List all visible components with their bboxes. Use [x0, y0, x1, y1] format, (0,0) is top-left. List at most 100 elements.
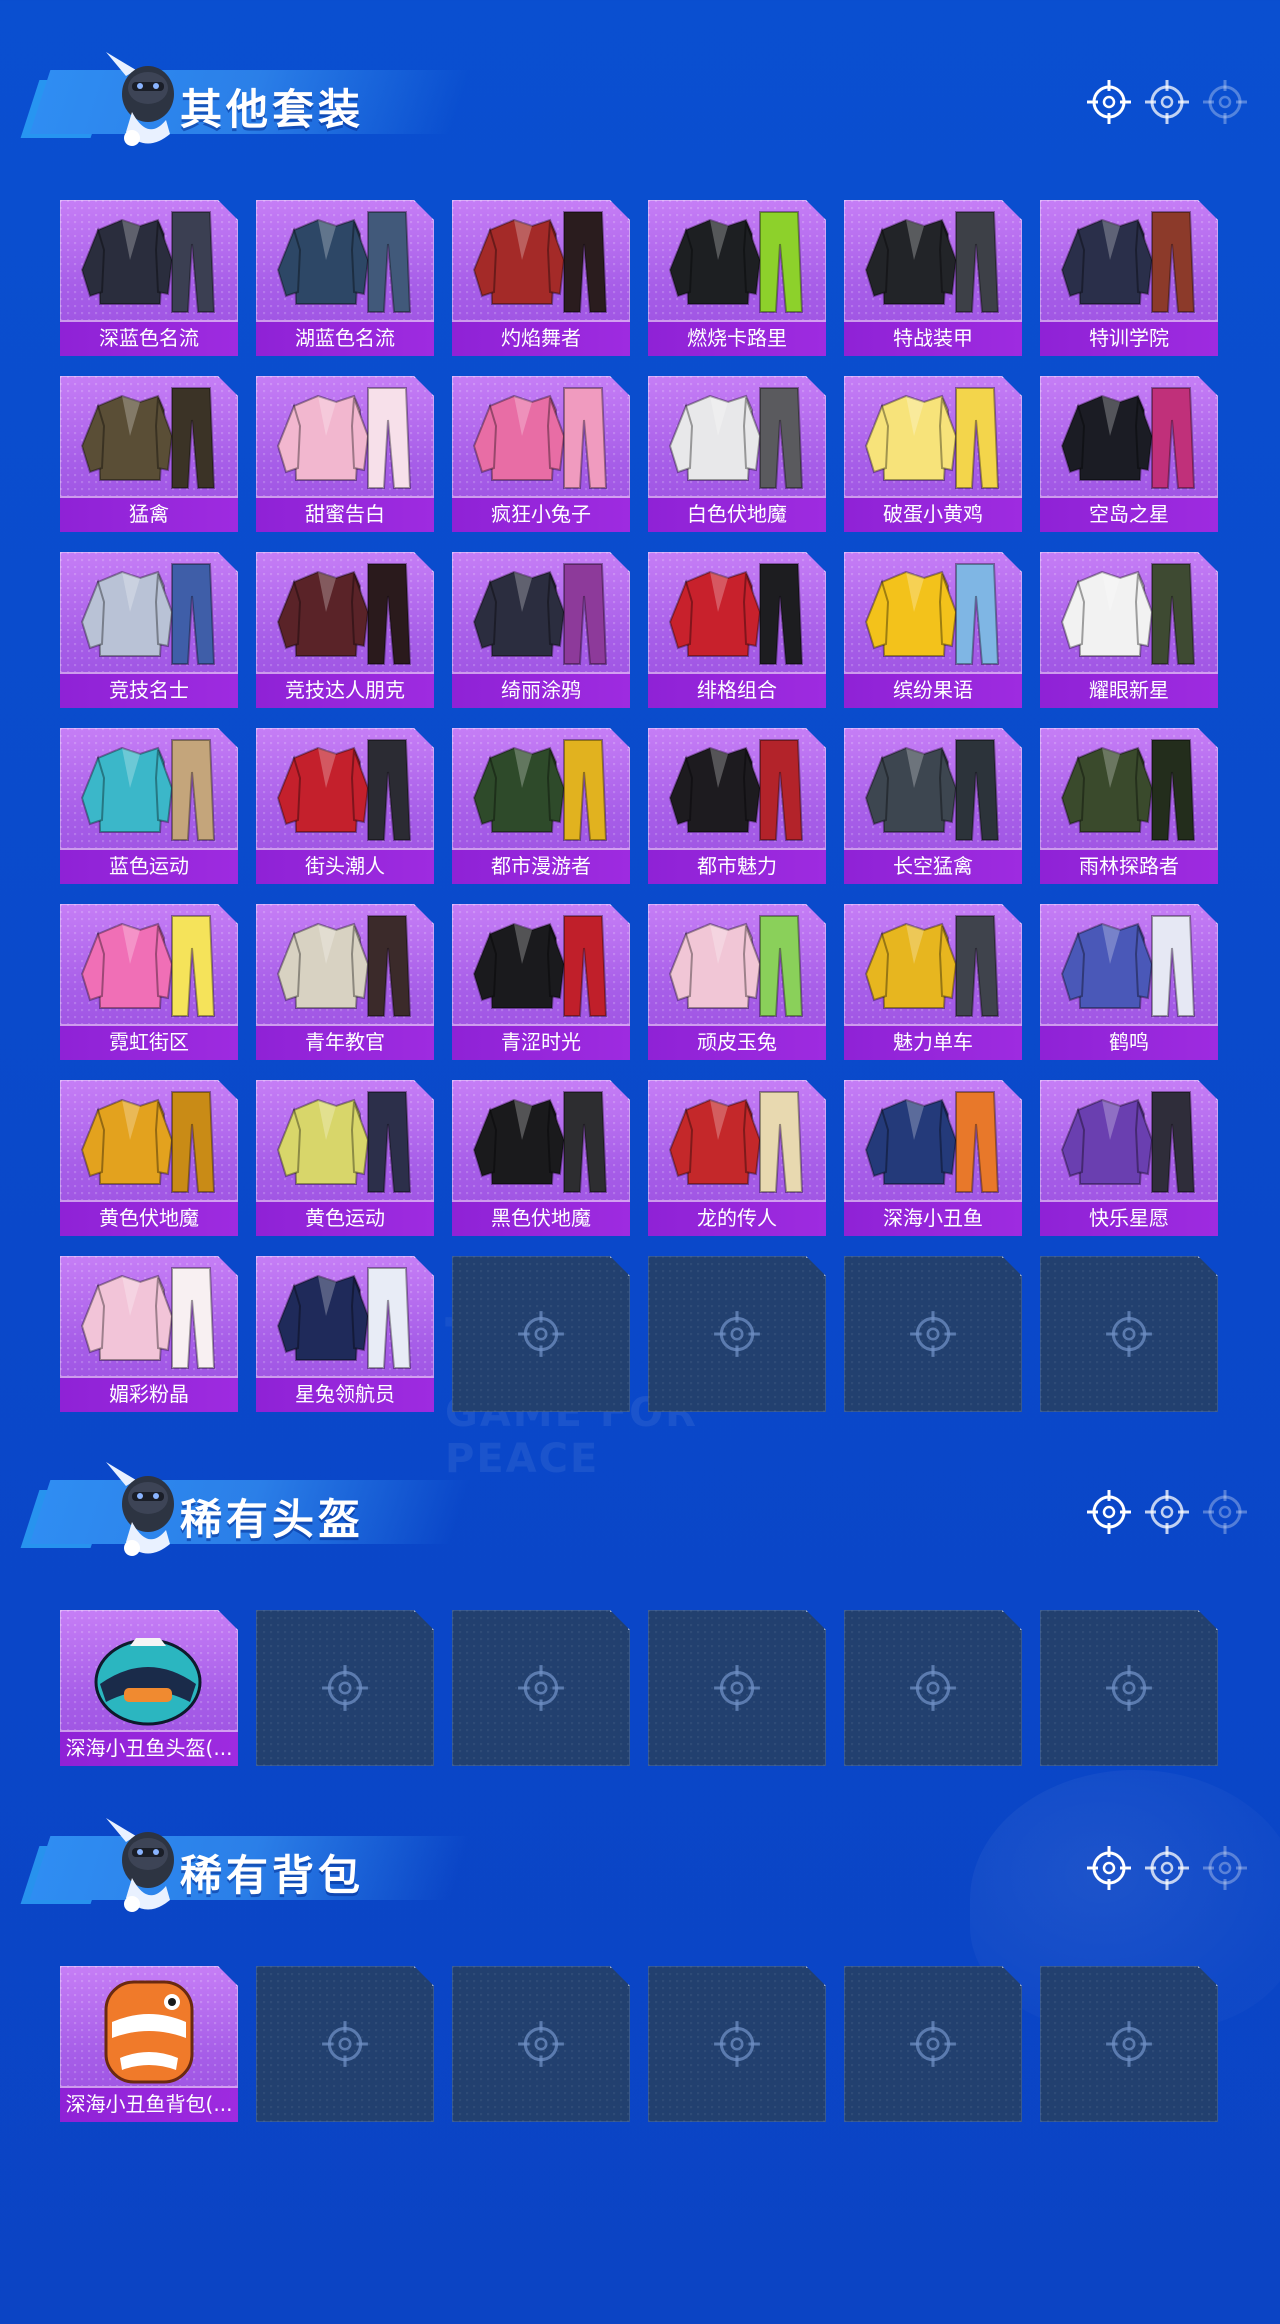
item-card[interactable]: 长空猛禽 — [844, 728, 1022, 884]
item-card[interactable]: 黄色伏地魔 — [60, 1080, 238, 1236]
outfit-icon — [256, 1080, 434, 1202]
item-name: 媚彩粉晶 — [60, 1376, 238, 1412]
item-name: 黄色伏地魔 — [60, 1200, 238, 1236]
suit-icon — [256, 200, 434, 322]
item-card[interactable]: 都市漫游者 — [452, 728, 630, 884]
empty-slot — [256, 1610, 434, 1766]
item-card[interactable]: 燃烧卡路里 — [648, 200, 826, 356]
item-card[interactable]: 青涩时光 — [452, 904, 630, 1060]
item-name: 霓虹街区 — [60, 1024, 238, 1060]
item-card[interactable]: 深蓝色名流 — [60, 200, 238, 356]
item-name: 蓝色运动 — [60, 848, 238, 884]
backpack-icon — [60, 1966, 238, 2088]
item-card[interactable]: 绮丽涂鸦 — [452, 552, 630, 708]
item-card[interactable]: 黑色伏地魔 — [452, 1080, 630, 1236]
outfit-icon — [60, 728, 238, 850]
item-name: 绮丽涂鸦 — [452, 672, 630, 708]
item-card[interactable]: 深海小丑鱼头盔(... — [60, 1610, 238, 1766]
item-name: 都市魅力 — [648, 848, 826, 884]
outfit-icon — [648, 904, 826, 1026]
item-name: 竞技名士 — [60, 672, 238, 708]
item-name: 猛禽 — [60, 496, 238, 532]
helmet-icon — [60, 1610, 238, 1732]
item-card[interactable]: 魅力单车 — [844, 904, 1022, 1060]
item-name: 竞技达人朋克 — [256, 672, 434, 708]
item-card[interactable]: 灼焰舞者 — [452, 200, 630, 356]
outfit-icon — [1040, 1080, 1218, 1202]
item-name: 雨林探路者 — [1040, 848, 1218, 884]
item-card[interactable]: 湖蓝色名流 — [256, 200, 434, 356]
section-header: 稀有头盔 — [20, 1450, 471, 1560]
item-name: 缤纷果语 — [844, 672, 1022, 708]
item-card[interactable]: 疯狂小兔子 — [452, 376, 630, 532]
item-card[interactable]: 龙的传人 — [648, 1080, 826, 1236]
crosshair-icon — [712, 1309, 762, 1363]
outfit-icon — [844, 376, 1022, 498]
crosshair-decoration — [1085, 1488, 1250, 1536]
outfit-icon — [1040, 728, 1218, 850]
item-card[interactable]: 雨林探路者 — [1040, 728, 1218, 884]
item-card[interactable]: 特训学院 — [1040, 200, 1218, 356]
item-card[interactable]: 竞技达人朋克 — [256, 552, 434, 708]
outfit-icon — [648, 376, 826, 498]
section-header: 其他套装 — [20, 40, 471, 150]
item-name: 深海小丑鱼 — [844, 1200, 1022, 1236]
item-card[interactable]: 竞技名士 — [60, 552, 238, 708]
item-card[interactable]: 白色伏地魔 — [648, 376, 826, 532]
item-card[interactable]: 猛禽 — [60, 376, 238, 532]
item-card[interactable]: 黄色运动 — [256, 1080, 434, 1236]
item-card[interactable]: 快乐星愿 — [1040, 1080, 1218, 1236]
item-name: 空岛之星 — [1040, 496, 1218, 532]
crosshair-icon — [320, 1663, 370, 1717]
item-card[interactable]: 耀眼新星 — [1040, 552, 1218, 708]
empty-slot — [452, 1256, 630, 1412]
item-card[interactable]: 蓝色运动 — [60, 728, 238, 884]
item-card[interactable]: 破蛋小黄鸡 — [844, 376, 1022, 532]
item-card[interactable]: 星兔领航员 — [256, 1256, 434, 1412]
item-name: 快乐星愿 — [1040, 1200, 1218, 1236]
item-card[interactable]: 顽皮玉兔 — [648, 904, 826, 1060]
item-name: 黄色运动 — [256, 1200, 434, 1236]
item-card[interactable]: 空岛之星 — [1040, 376, 1218, 532]
item-card[interactable]: 青年教官 — [256, 904, 434, 1060]
outfit-icon — [1040, 200, 1218, 322]
item-name: 疯狂小兔子 — [452, 496, 630, 532]
crosshair-icon — [320, 2019, 370, 2073]
item-card[interactable]: 甜蜜告白 — [256, 376, 434, 532]
section-title: 稀有背包 — [180, 1851, 365, 1900]
outfit-icon — [844, 728, 1022, 850]
empty-slot — [648, 1256, 826, 1412]
crosshair-icon — [516, 2019, 566, 2073]
item-name: 街头潮人 — [256, 848, 434, 884]
outfit-icon — [844, 904, 1022, 1026]
outfit-icon — [1040, 904, 1218, 1026]
item-card[interactable]: 深海小丑鱼 — [844, 1080, 1022, 1236]
section-header: 稀有背包 — [20, 1806, 471, 1916]
crosshair-icon — [908, 1663, 958, 1717]
empty-slot — [1040, 1610, 1218, 1766]
crosshair-icon — [908, 1309, 958, 1363]
suit-icon — [60, 200, 238, 322]
crosshair-icon — [516, 1663, 566, 1717]
outfit-icon — [60, 552, 238, 674]
item-card[interactable]: 深海小丑鱼背包(... — [60, 1966, 238, 2122]
mascot-icon — [96, 42, 192, 154]
item-card[interactable]: 缤纷果语 — [844, 552, 1022, 708]
item-card[interactable]: 特战装甲 — [844, 200, 1022, 356]
outfit-icon — [256, 904, 434, 1026]
item-card[interactable]: 绯格组合 — [648, 552, 826, 708]
item-card[interactable]: 都市魅力 — [648, 728, 826, 884]
outfit-icon — [648, 1080, 826, 1202]
outfit-icon — [256, 728, 434, 850]
item-card[interactable]: 媚彩粉晶 — [60, 1256, 238, 1412]
item-name: 灼焰舞者 — [452, 320, 630, 356]
item-card[interactable]: 鹤鸣 — [1040, 904, 1218, 1060]
item-card[interactable]: 街头潮人 — [256, 728, 434, 884]
crosshair-icon — [712, 2019, 762, 2073]
item-name: 鹤鸣 — [1040, 1024, 1218, 1060]
item-card[interactable]: 霓虹街区 — [60, 904, 238, 1060]
section-title: 稀有头盔 — [180, 1495, 365, 1544]
empty-slot — [844, 1966, 1022, 2122]
outfit-icon — [648, 552, 826, 674]
outfit-icon — [256, 376, 434, 498]
